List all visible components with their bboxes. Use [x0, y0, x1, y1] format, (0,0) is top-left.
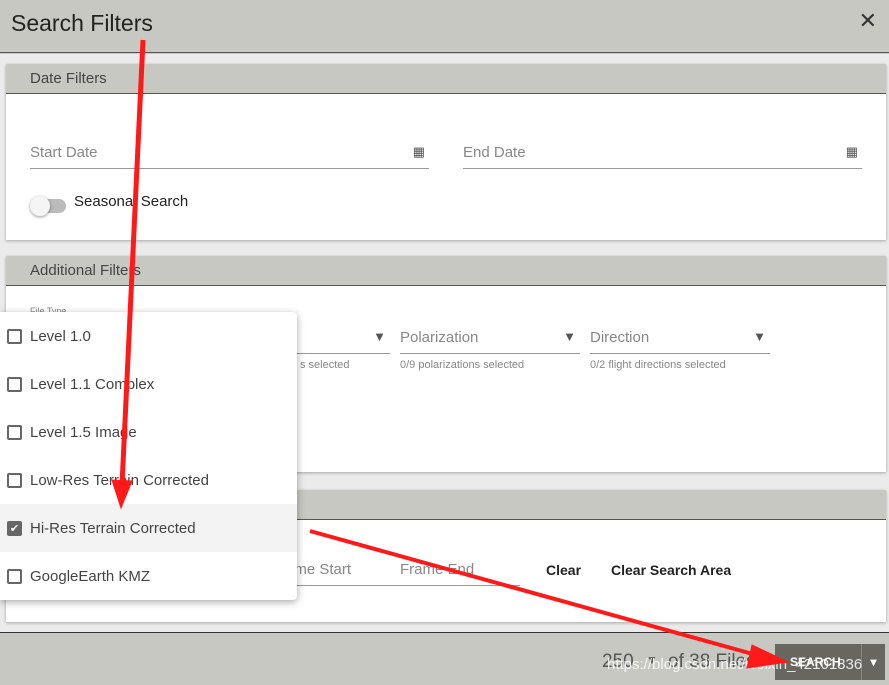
menu-item-level-1-0[interactable]: Level 1.0: [0, 312, 297, 360]
start-date-label: Start Date: [30, 144, 98, 161]
polarization-select[interactable]: Polarization ▼: [400, 322, 580, 354]
end-date-field[interactable]: End Date ▦: [463, 137, 862, 169]
menu-item-low-res-terrain[interactable]: Low-Res Terrain Corrected: [0, 456, 297, 504]
polarization-hint: 0/9 polarizations selected: [400, 359, 525, 371]
dialog-title: Search Filters: [11, 10, 153, 36]
seasonal-search-label: Seasonal Search: [74, 193, 189, 210]
dialog-titlebar: Search Filters ✕: [0, 0, 889, 53]
dropdown-arrow-icon: ▼: [563, 329, 576, 344]
dropdown-arrow-icon: ▼: [753, 329, 766, 344]
file-type-hint: s selected: [300, 359, 350, 371]
menu-item-label: Low-Res Terrain Corrected: [30, 471, 209, 489]
direction-hint: 0/2 flight directions selected: [590, 359, 726, 371]
checkbox-checked-icon[interactable]: ✔: [7, 520, 22, 536]
direction-label: Direction: [590, 329, 650, 346]
start-date-field[interactable]: Start Date ▦: [30, 137, 429, 169]
checkbox-icon[interactable]: [7, 376, 22, 392]
date-filters-header: Date Filters: [6, 64, 886, 94]
additional-filters-header: Additional Filters: [6, 256, 886, 286]
menu-item-level-1-5-image[interactable]: Level 1.5 Image: [0, 408, 297, 456]
menu-item-hi-res-terrain[interactable]: ✔ Hi-Res Terrain Corrected: [0, 504, 297, 552]
checkbox-icon[interactable]: [7, 328, 22, 344]
menu-item-label: Hi-Res Terrain Corrected: [30, 519, 196, 537]
checkbox-icon[interactable]: [7, 472, 22, 488]
clear-search-area-button[interactable]: Clear Search Area: [611, 562, 731, 578]
polarization-label: Polarization: [400, 329, 479, 346]
menu-item-label: Level 1.5 Image: [30, 423, 137, 441]
menu-item-label: GoogleEarth KMZ: [30, 567, 151, 585]
calendar-icon[interactable]: ▦: [413, 144, 425, 160]
seasonal-search-toggle[interactable]: [30, 196, 66, 216]
file-type-menu: Level 1.0 Level 1.1 Complex Level 1.5 Im…: [0, 312, 297, 600]
search-options-chevron-icon[interactable]: ▾: [861, 644, 885, 680]
date-filters-card: Date Filters Start Date ▦ End Date ▦ Seaso…: [6, 64, 886, 240]
frame-end-label: Frame End: [400, 561, 475, 578]
menu-item-level-1-1-complex[interactable]: Level 1.1 Complex: [0, 360, 297, 408]
menu-item-googleearth-kmz[interactable]: GoogleEarth KMZ: [0, 552, 297, 600]
calendar-icon[interactable]: ▦: [846, 144, 858, 160]
watermark: https://blog.csdn.net/weixin_42101836: [607, 656, 863, 673]
dropdown-arrow-icon: ▼: [373, 329, 386, 344]
menu-item-label: Level 1.0: [30, 327, 91, 345]
end-date-label: End Date: [463, 144, 526, 161]
frame-end-field[interactable]: Frame End: [400, 554, 520, 586]
checkbox-icon[interactable]: [7, 568, 22, 584]
menu-item-label: Level 1.1 Complex: [30, 375, 155, 393]
checkbox-icon[interactable]: [7, 424, 22, 440]
clear-button[interactable]: Clear: [546, 562, 581, 578]
close-icon[interactable]: ✕: [859, 8, 877, 34]
direction-select[interactable]: Direction ▼: [590, 322, 770, 354]
